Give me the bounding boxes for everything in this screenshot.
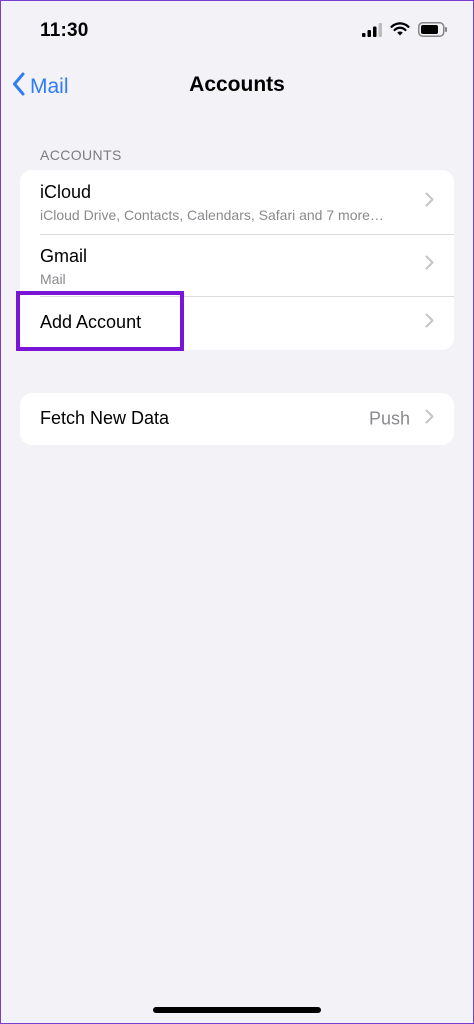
chevron-right-icon <box>425 192 434 212</box>
fetch-settings-group: Fetch New Data Push <box>20 393 454 445</box>
home-indicator[interactable] <box>153 1007 321 1013</box>
highlight-box <box>16 291 184 351</box>
account-row-icloud[interactable]: iCloud iCloud Drive, Contacts, Calendars… <box>20 170 454 234</box>
signal-icon <box>362 22 382 42</box>
status-icons <box>362 22 448 42</box>
account-subtitle: Mail <box>40 271 66 287</box>
account-title: iCloud <box>40 182 92 202</box>
account-subtitle: iCloud Drive, Contacts, Calendars, Safar… <box>40 207 384 223</box>
account-title: Gmail <box>40 246 88 266</box>
chevron-right-icon <box>425 409 434 429</box>
fetch-new-data-row[interactable]: Fetch New Data Push <box>20 393 454 445</box>
status-time: 11:30 <box>40 20 89 41</box>
fetch-value: Push <box>368 408 410 429</box>
chevron-right-icon <box>425 255 434 275</box>
section-header-accounts: ACCOUNTS <box>40 147 122 163</box>
chevron-right-icon <box>425 313 434 333</box>
wifi-icon <box>390 22 410 42</box>
page-title: Accounts <box>189 73 285 96</box>
battery-icon <box>418 22 448 42</box>
account-row-gmail[interactable]: Gmail Mail <box>20 234 454 296</box>
